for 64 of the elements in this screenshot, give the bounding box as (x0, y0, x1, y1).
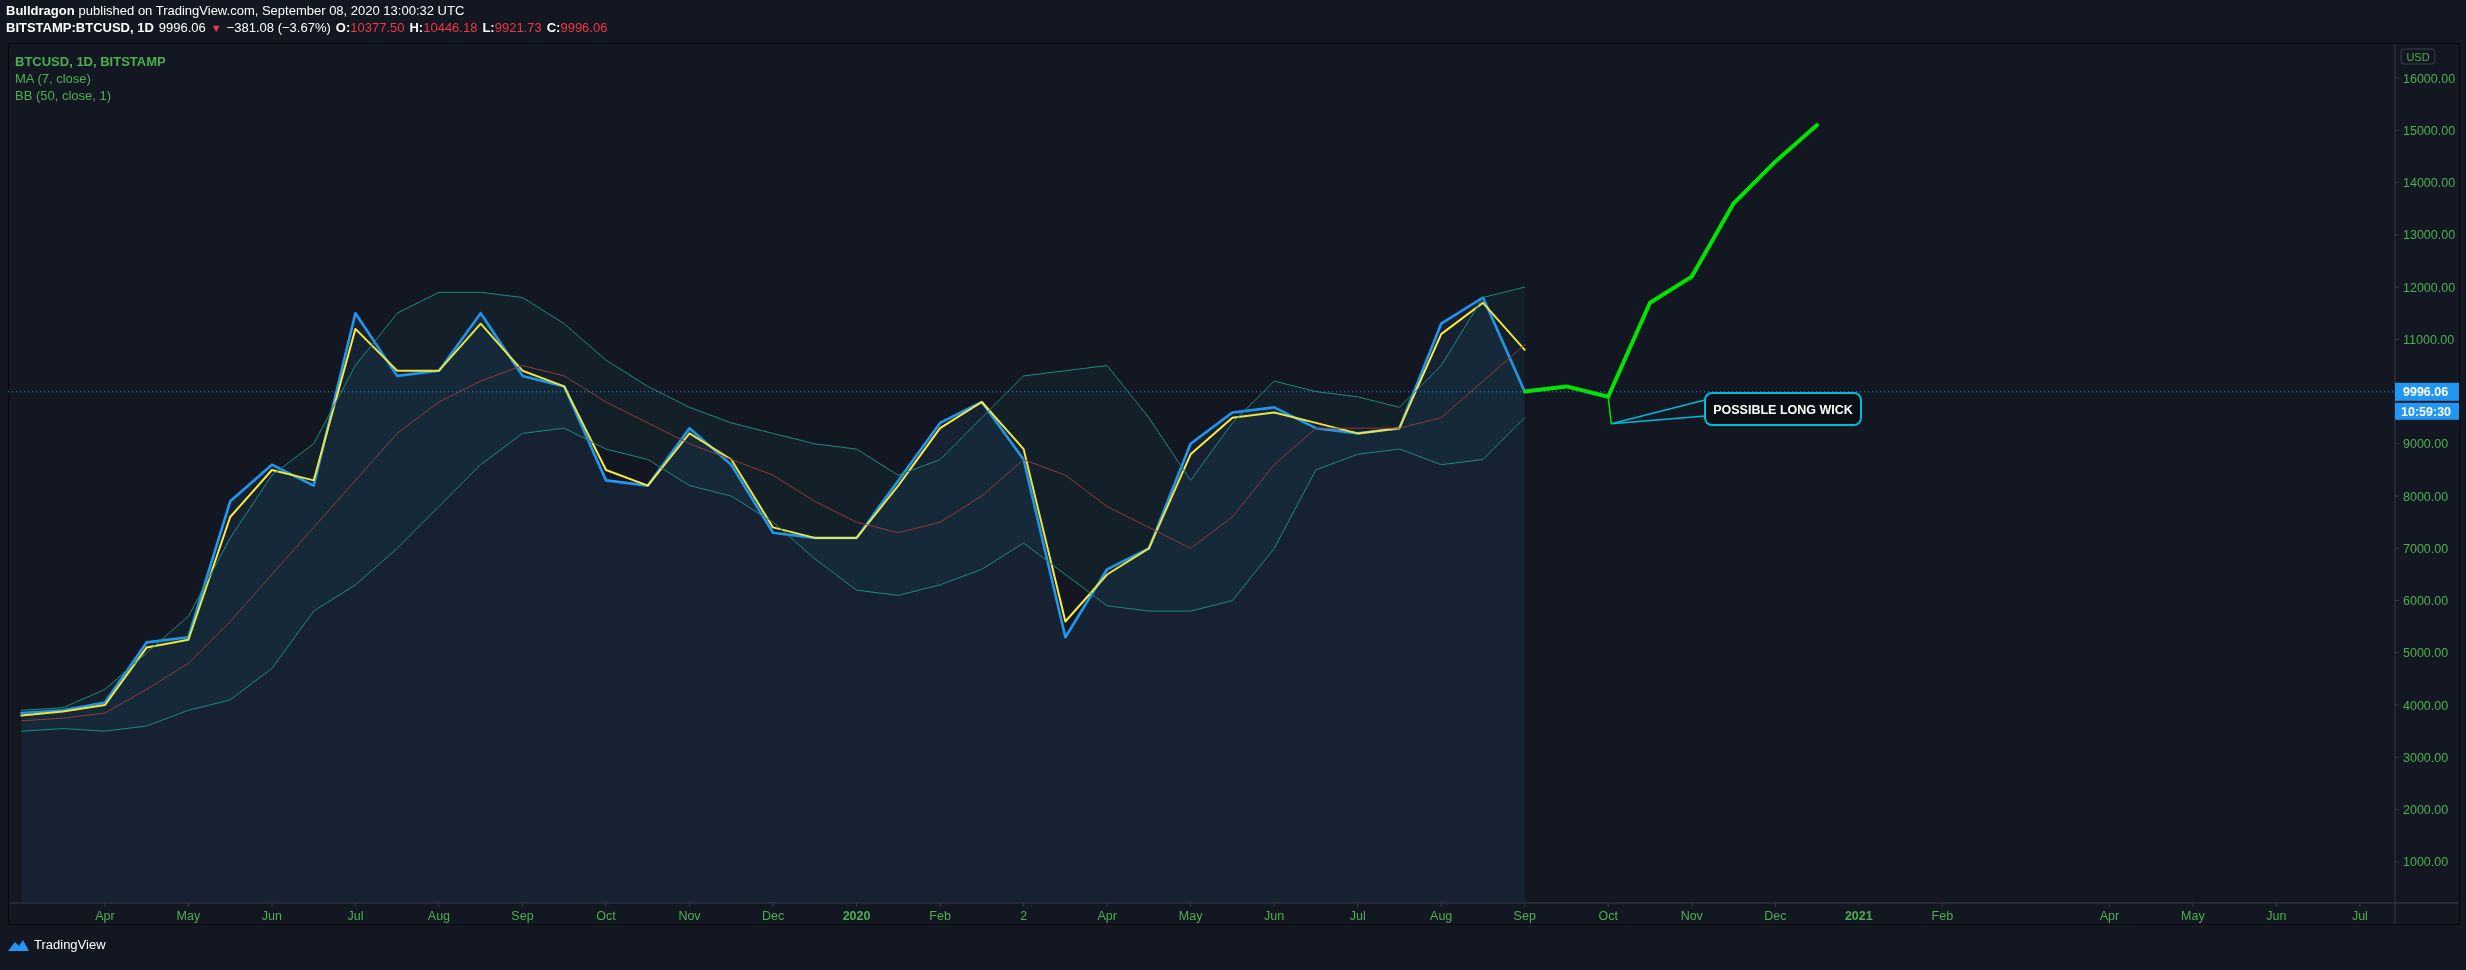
time-axis-label: Apr (95, 909, 115, 923)
time-axis-label: 2 (1020, 909, 1028, 923)
time-axis-label: Sep (511, 909, 534, 923)
brand-name[interactable]: TradingView (34, 935, 106, 955)
time-axis-label: Oct (1598, 909, 1618, 923)
price-axis-label: 14000.00 (2403, 176, 2456, 191)
time-axis-label: Feb (929, 909, 951, 923)
legend-item[interactable]: BB (50, close, 1) (15, 87, 166, 104)
last-price: 9996.06 (158, 19, 206, 36)
price-axis-label: 5000.00 (2403, 646, 2449, 661)
price-axis-label: 6000.00 (2403, 594, 2449, 609)
currency-badge[interactable]: USD (2400, 48, 2436, 65)
time-axis-label: 2021 (1844, 909, 1873, 923)
price-axis-label: 4000.00 (2403, 698, 2449, 713)
time-axis-label: Feb (1931, 909, 1954, 923)
annotation: POSSIBLE LONG WICK (1713, 402, 1853, 417)
time-axis-label: Jul (2351, 909, 2368, 923)
time-axis-label: Jun (2266, 909, 2287, 923)
symbol-title: BITSTAMP:BTCUSD, 1D (6, 19, 154, 36)
time-axis-label: Jul (347, 909, 364, 923)
time-axis-label: Aug (1430, 909, 1453, 923)
time-axis-label: Jul (1349, 909, 1366, 923)
wick-line (1607, 396, 1612, 425)
ohlc-value: 10377.50 (350, 19, 405, 36)
time-axis-label: Dec (761, 909, 785, 923)
publish-info: published on TradingView.com, September 08, 2020 13:00:32 UTC (78, 2, 465, 19)
price-axis-label: 3000.00 (2403, 750, 2449, 765)
ohlc-value: 10446.18 (423, 19, 478, 36)
price-axis-label: 15000.00 (2403, 123, 2456, 138)
price-axis-label: 7000.00 (2403, 541, 2449, 556)
callout-label: POSSIBLE LONG WICK (1704, 392, 1862, 426)
price-axis-label: 8000.00 (2403, 489, 2449, 504)
ohlc-label: H: (409, 19, 424, 36)
time-axis-label: May (1178, 909, 1203, 923)
time-axis-label: Dec (1764, 909, 1787, 923)
price-axis-label: 13000.00 (2403, 228, 2456, 243)
legend-item[interactable]: BTCUSD, 1D, BITSTAMP (15, 53, 166, 70)
price-axis-label: 1000.00 (2403, 855, 2449, 870)
time-axis-label: May (2181, 909, 2205, 923)
time-axis-label: May (176, 909, 201, 923)
time-axis-label: Oct (596, 909, 616, 923)
ohlc-label: O: (335, 19, 351, 36)
ohlc-label: C: (546, 19, 561, 36)
author-name[interactable]: Bulldragon (6, 2, 75, 19)
price-axis-label: 11000.00 (2403, 332, 2455, 347)
time-axis-label: Aug (427, 909, 451, 923)
time-axis-label: Jun (261, 909, 282, 923)
time-axis-label: Jun (1264, 909, 1285, 923)
price-change: −381.08 (−3.67%) (226, 19, 331, 36)
time-axis-label: 2020 (842, 909, 871, 923)
price-axis-label: 2000.00 (2403, 803, 2449, 818)
legend-item[interactable]: MA (7, close) (15, 70, 166, 87)
ohlc-label: L: (482, 19, 495, 36)
ohlc-value: 9996.06 (560, 19, 608, 36)
time-axis-label: Nov (678, 909, 701, 923)
time-axis-label: Apr (2099, 909, 2120, 923)
ohlc-value: 9921.73 (494, 19, 542, 36)
price-axis-label: 16000.00 (2403, 71, 2456, 86)
time-axis-label: Sep (1513, 909, 1536, 923)
price-axis-label: 12000.00 (2403, 280, 2456, 295)
time-axis-label: Nov (1680, 909, 1703, 923)
down-triangle-icon: ▼ (210, 20, 222, 37)
price-axis-label: 9000.00 (2403, 437, 2449, 452)
time-axis-label: Apr (1097, 909, 1117, 923)
